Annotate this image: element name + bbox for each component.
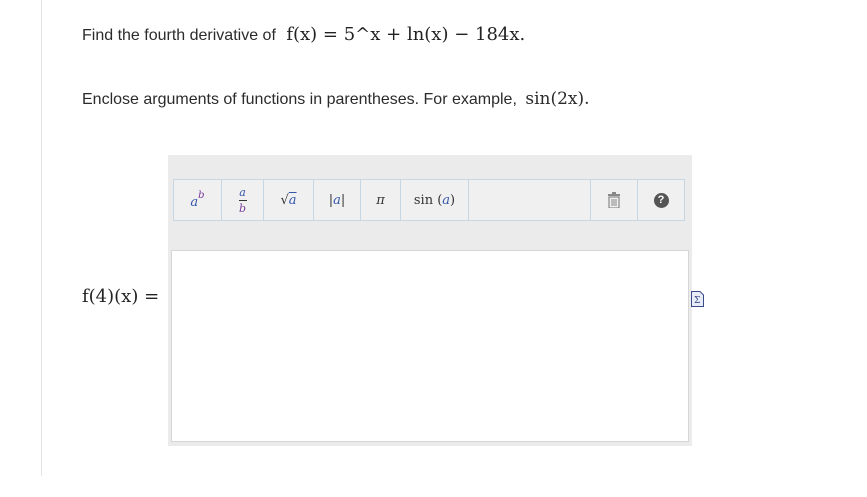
trash-icon <box>608 192 620 208</box>
clear-button[interactable] <box>591 180 638 220</box>
sqrt-icon: √a <box>280 192 297 208</box>
instruction-label: Enclose arguments of functions in parent… <box>82 91 517 108</box>
fraction-icon: ab <box>238 185 247 215</box>
instruction-example: sin(2x). <box>525 89 590 109</box>
sqrt-button[interactable]: √a <box>264 180 314 220</box>
pi-button[interactable]: π <box>361 180 401 220</box>
answer-input[interactable] <box>171 250 689 442</box>
math-toolbar: ab ab √a |a| π sin (a) ? <box>173 179 685 221</box>
svg-text:Σ: Σ <box>694 296 700 306</box>
toolbar-spacer <box>469 180 591 220</box>
instruction-text: Enclose arguments of functions in parent… <box>82 89 590 109</box>
superscript-button[interactable]: ab <box>174 180 222 220</box>
pi-icon: π <box>376 192 385 208</box>
question-prefix: Find the fourth derivative of <box>82 27 276 44</box>
fraction-button[interactable]: ab <box>222 180 264 220</box>
abs-icon: |a| <box>328 192 346 208</box>
equation-editor-icon[interactable]: Σ <box>691 291 704 307</box>
question-text: Find the fourth derivative of f(x) = 5^x… <box>82 24 525 45</box>
help-icon: ? <box>653 192 669 208</box>
answer-label: f(4)(x) = <box>82 286 160 307</box>
sin-button[interactable]: sin (a) <box>401 180 469 220</box>
math-editor-panel: ab ab √a |a| π sin (a) ? <box>168 155 692 446</box>
help-button[interactable]: ? <box>638 180 684 220</box>
sin-icon: sin (a) <box>413 192 456 208</box>
superscript-icon: ab <box>190 190 205 210</box>
function-expression: f(x) = 5^x + ln(x) − 184x. <box>286 24 526 45</box>
left-border-rule <box>41 0 42 476</box>
abs-button[interactable]: |a| <box>314 180 361 220</box>
